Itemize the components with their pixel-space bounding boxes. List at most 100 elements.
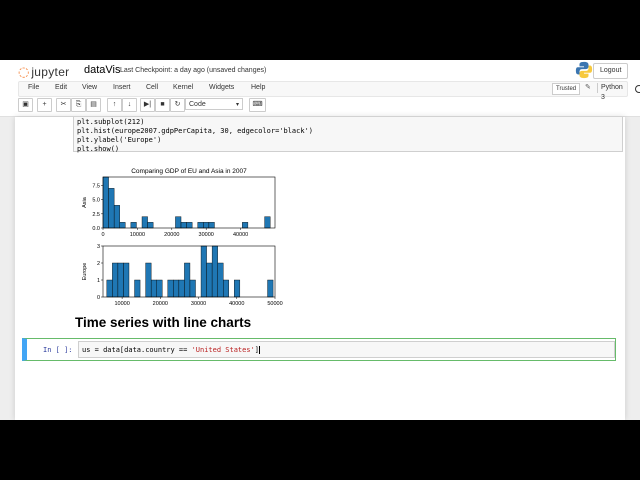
pencil-icon[interactable]: ✎ — [585, 83, 591, 91]
move-down-button[interactable]: ↓ — [122, 98, 137, 112]
y-axis-label: Europe — [82, 263, 88, 281]
histogram-bar — [113, 205, 120, 229]
y-tick-label: 1 — [97, 278, 100, 284]
x-tick-label: 20000 — [153, 301, 168, 307]
toolbar: ▣ + ✂ ⎘ ▤ ↑ ↓ ▶| ■ ↻ Code ▾ ⌨ — [18, 98, 626, 112]
run-button[interactable]: ▶| — [140, 98, 155, 112]
checkpoint-status: Last Checkpoint: a day ago (unsaved chan… — [120, 67, 267, 74]
histogram-bar — [184, 262, 191, 298]
histogram-bar — [106, 279, 113, 298]
jupyter-logo[interactable]: ◌ jupyter — [18, 64, 69, 80]
y-tick-label: 7.5 — [92, 184, 100, 190]
code-line: plt.hist(europe2007.gdpPerCapita, 30, ed… — [77, 127, 314, 135]
cut-button[interactable]: ✂ — [56, 98, 71, 112]
histogram-bar — [145, 262, 152, 298]
text-cursor — [259, 346, 261, 354]
selected-code-cell[interactable]: In [ ]: us = data[data.country == 'Unite… — [22, 338, 616, 361]
x-tick-label: 50000 — [267, 301, 282, 307]
histogram-bar — [180, 222, 187, 229]
insert-cell-button[interactable]: + — [37, 98, 52, 112]
histogram-bar — [242, 222, 249, 229]
move-up-button[interactable]: ↑ — [107, 98, 122, 112]
keyboard-icon: ⌨ — [252, 101, 263, 108]
x-tick-label: 40000 — [229, 301, 244, 307]
menubar: File Edit View Insert Cell Kernel Widget… — [18, 81, 640, 101]
arrow-up-icon: ↑ — [112, 101, 117, 108]
y-tick-label: 3 — [97, 244, 100, 250]
input-prompt: In [ ]: — [43, 346, 73, 354]
arrow-down-icon: ↓ — [127, 101, 132, 108]
histogram-bar — [141, 216, 148, 229]
y-tick-label: 5.0 — [92, 198, 100, 204]
code-line: plt.show() — [77, 145, 120, 153]
histogram-bar — [211, 245, 218, 298]
trusted-indicator[interactable]: Trusted — [552, 83, 581, 95]
menu-edit[interactable]: Edit — [55, 84, 67, 91]
histogram-bar — [203, 222, 210, 229]
command-palette-button[interactable]: ⌨ — [249, 98, 266, 112]
histogram-bar — [175, 216, 182, 229]
save-button[interactable]: ▣ — [18, 98, 33, 112]
histogram-bar — [173, 279, 180, 298]
histogram-bar — [134, 279, 141, 298]
code-input-line: us = data[data.country == 'United States… — [82, 346, 261, 354]
cell-type-select[interactable]: Code ▾ — [185, 98, 243, 110]
section-heading: Time series with line charts — [75, 315, 252, 330]
notebook-name[interactable]: dataVis — [84, 64, 121, 76]
histogram-bar — [217, 262, 224, 298]
x-tick-label: 20000 — [164, 232, 179, 238]
histogram-bar — [197, 222, 204, 229]
y-axis-label: Asia — [82, 196, 88, 208]
step-forward-icon: ▶| — [143, 101, 152, 108]
x-tick-label: 0 — [101, 232, 104, 238]
restart-button[interactable]: ↻ — [170, 98, 185, 112]
y-tick-label: 2 — [97, 261, 100, 267]
stop-icon: ■ — [160, 101, 165, 108]
y-tick-label: 0 — [97, 295, 100, 301]
y-tick-label: 0.0 — [92, 226, 100, 232]
jupyter-logo-icon: ◌ — [18, 64, 30, 80]
histogram-bar — [208, 222, 215, 229]
plus-icon: + — [42, 101, 47, 108]
notebook-container: plt.subplot(212) plt.hist(europe2007.gdp… — [15, 117, 625, 420]
logout-button[interactable]: Logout — [593, 63, 629, 79]
menu-file[interactable]: File — [28, 84, 39, 91]
code-input-field[interactable]: us = data[data.country == 'United States… — [78, 341, 615, 358]
code-line: plt.ylabel('Europe') — [77, 136, 162, 144]
histogram-bar — [178, 279, 185, 298]
histogram-bar — [200, 245, 207, 298]
histogram-bar — [206, 262, 213, 298]
cell-type-value: Code — [189, 101, 206, 108]
menu-insert[interactable]: Insert — [113, 84, 131, 91]
histogram-bar — [150, 279, 157, 298]
histogram-bar — [234, 279, 241, 298]
paste-icon: ▤ — [90, 101, 97, 108]
code-cell-input[interactable]: plt.subplot(212) plt.hist(europe2007.gdp… — [73, 117, 623, 153]
restart-icon: ↻ — [174, 101, 181, 108]
jupyter-header: ◌ jupyter dataVis Last Checkpoint: a day… — [0, 60, 640, 117]
histogram-bar — [130, 222, 137, 229]
menu-view[interactable]: View — [82, 84, 97, 91]
x-tick-label: 40000 — [233, 232, 248, 238]
x-tick-label: 30000 — [191, 301, 206, 307]
histogram-bar — [123, 262, 130, 298]
kernel-name[interactable]: Python 3 — [597, 83, 627, 101]
histogram-bar — [119, 222, 126, 229]
jupyter-logo-text: jupyter — [31, 65, 70, 79]
menu-kernel[interactable]: Kernel — [173, 84, 193, 91]
interrupt-button[interactable]: ■ — [155, 98, 170, 112]
histogram-bar — [186, 222, 193, 229]
histogram-bar — [223, 279, 229, 298]
histogram-bar — [112, 262, 119, 298]
screen: ◌ jupyter dataVis Last Checkpoint: a day… — [0, 60, 640, 420]
x-tick-label: 30000 — [199, 232, 214, 238]
histogram-bar — [108, 188, 115, 229]
menu-cell[interactable]: Cell — [146, 84, 158, 91]
menu-widgets[interactable]: Widgets — [209, 84, 234, 91]
y-tick-label: 2.5 — [92, 212, 100, 218]
menu-help[interactable]: Help — [251, 84, 265, 91]
histogram-bar — [147, 222, 154, 229]
x-tick-label: 10000 — [114, 301, 129, 307]
paste-button[interactable]: ▤ — [86, 98, 101, 112]
copy-button[interactable]: ⎘ — [71, 98, 86, 112]
